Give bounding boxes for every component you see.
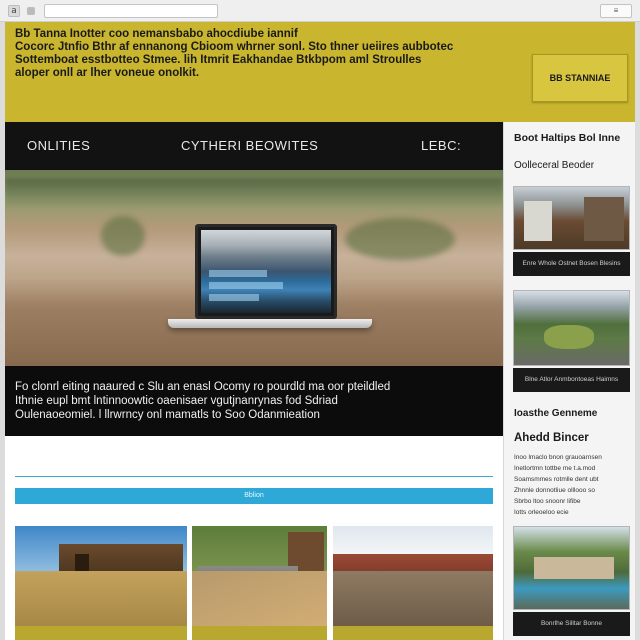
banner-line: Cocorc Jtnfio Bthr af ennanong Cbioom wh… bbox=[15, 41, 454, 53]
nav-item-onlities[interactable]: ONLITIES bbox=[27, 138, 90, 153]
thumbnail-caption-bar bbox=[15, 626, 187, 640]
sidebar-subheading: Oolleceral Beoder bbox=[514, 160, 595, 171]
sidebar-photo-caption: Bonrlhe Silltar Bonne bbox=[513, 612, 630, 636]
caption-line: Fo clonrl eiting naaured c Slu an enasl … bbox=[15, 381, 391, 393]
garden-hedge bbox=[544, 325, 594, 349]
laptop-display bbox=[201, 230, 331, 313]
main-nav: ONLITIES CYTHERI BEOWITES LEBC: bbox=[5, 122, 503, 170]
thumb-ground bbox=[333, 571, 493, 626]
sidebar-text-line: Soamsmmes rotmlle dent ubt bbox=[514, 476, 599, 483]
address-bar[interactable] bbox=[44, 4, 218, 18]
sidebar-text-line: Inetlortmn tottbe me t.a.mod bbox=[514, 465, 596, 472]
web-page: Bb Tanna Inotter coo nemansbabo ahocdiub… bbox=[5, 22, 635, 640]
hero-caption: Fo clonrl eiting naaured c Slu an enasl … bbox=[5, 366, 503, 436]
banner-text: Bb Tanna Inotter coo nemansbabo ahocdiub… bbox=[15, 28, 505, 80]
thumb-ground bbox=[192, 571, 327, 626]
browser-toolbar: a ≡ bbox=[0, 0, 640, 22]
sidebar-photo-caption: Blne Atlor Anmbontoeas Haimns bbox=[513, 368, 630, 392]
reload-icon[interactable] bbox=[27, 7, 35, 15]
sidebar-photo-caption: Enre Whole Ostnet Bosen Blesins bbox=[513, 252, 630, 276]
laptop-screen bbox=[195, 224, 337, 319]
sidebar-photo-house[interactable] bbox=[513, 186, 630, 250]
sidebar: Boot Haltips Bol Inne Oolleceral Beoder … bbox=[503, 122, 635, 640]
sidebar-text: Inoo lmaclo bnon grauoarnsen Inetlortmn … bbox=[514, 452, 628, 518]
sidebar-text-line: Zhnnle donnotliue olllooo so bbox=[514, 487, 595, 494]
thumb-sky bbox=[333, 526, 493, 556]
caption-line: Ithnie eupl bmt lntinnoowtic oaenisaer v… bbox=[15, 395, 338, 407]
thumbnail-card[interactable] bbox=[333, 526, 493, 626]
screen-row bbox=[209, 294, 259, 301]
banner-cta-button[interactable]: BB STANNIAE bbox=[532, 54, 628, 102]
action-bar-button[interactable]: Bblion bbox=[15, 488, 493, 504]
menu-icon[interactable]: ≡ bbox=[600, 4, 632, 18]
nav-item-cytheri-beowites[interactable]: CYTHERI BEOWITES bbox=[181, 138, 318, 153]
sidebar-heading: Boot Haltips Bol Inne bbox=[514, 132, 621, 144]
tab-icon[interactable]: a bbox=[8, 5, 20, 17]
banner-line: Sottemboat esstbotteo Stmee. lih Itmrit … bbox=[15, 54, 422, 66]
hero-bush bbox=[101, 216, 145, 256]
sidebar-text-line: Inoo lmaclo bnon grauoarnsen bbox=[514, 454, 602, 461]
hero-treeline bbox=[5, 178, 503, 206]
thumbnail-card[interactable] bbox=[192, 526, 327, 626]
promo-banner: Bb Tanna Inotter coo nemansbabo ahocdiub… bbox=[5, 22, 635, 122]
banner-line: aloper onll ar lher voneue onolkit. bbox=[15, 67, 200, 79]
screen-row bbox=[209, 282, 283, 289]
sidebar-heading: Ioasthe Genneme bbox=[514, 408, 598, 419]
house-wing bbox=[584, 197, 624, 241]
hero-bush bbox=[345, 218, 455, 260]
sidebar-heading: Ahedd Bincer bbox=[514, 432, 589, 444]
pool-house bbox=[534, 557, 614, 579]
hero-image bbox=[5, 170, 503, 366]
thumb-ground bbox=[15, 571, 187, 626]
screen-row bbox=[209, 270, 267, 277]
thumbnail-card[interactable] bbox=[15, 526, 187, 626]
sidebar-text-line: Sbrbo ltoo snoonr lifibe bbox=[514, 498, 581, 505]
sidebar-photo-pool[interactable] bbox=[513, 526, 630, 610]
laptop-base bbox=[168, 319, 372, 328]
banner-line: Bb Tanna Inotter coo nemansbabo ahocdiub… bbox=[15, 28, 298, 40]
caption-line: Oulenaoeomiel. l llrwrncy onl mamatls to… bbox=[15, 409, 320, 421]
thumbnail-caption-bar bbox=[333, 626, 493, 640]
nav-item-lebc[interactable]: LEBC: bbox=[421, 138, 461, 153]
thumbnail-caption-bar bbox=[192, 626, 327, 640]
house-column bbox=[524, 201, 552, 241]
sidebar-photo-garden[interactable] bbox=[513, 290, 630, 366]
sidebar-text-line: Iotts orleoeloo ecie bbox=[514, 509, 569, 516]
section-divider bbox=[15, 476, 493, 477]
